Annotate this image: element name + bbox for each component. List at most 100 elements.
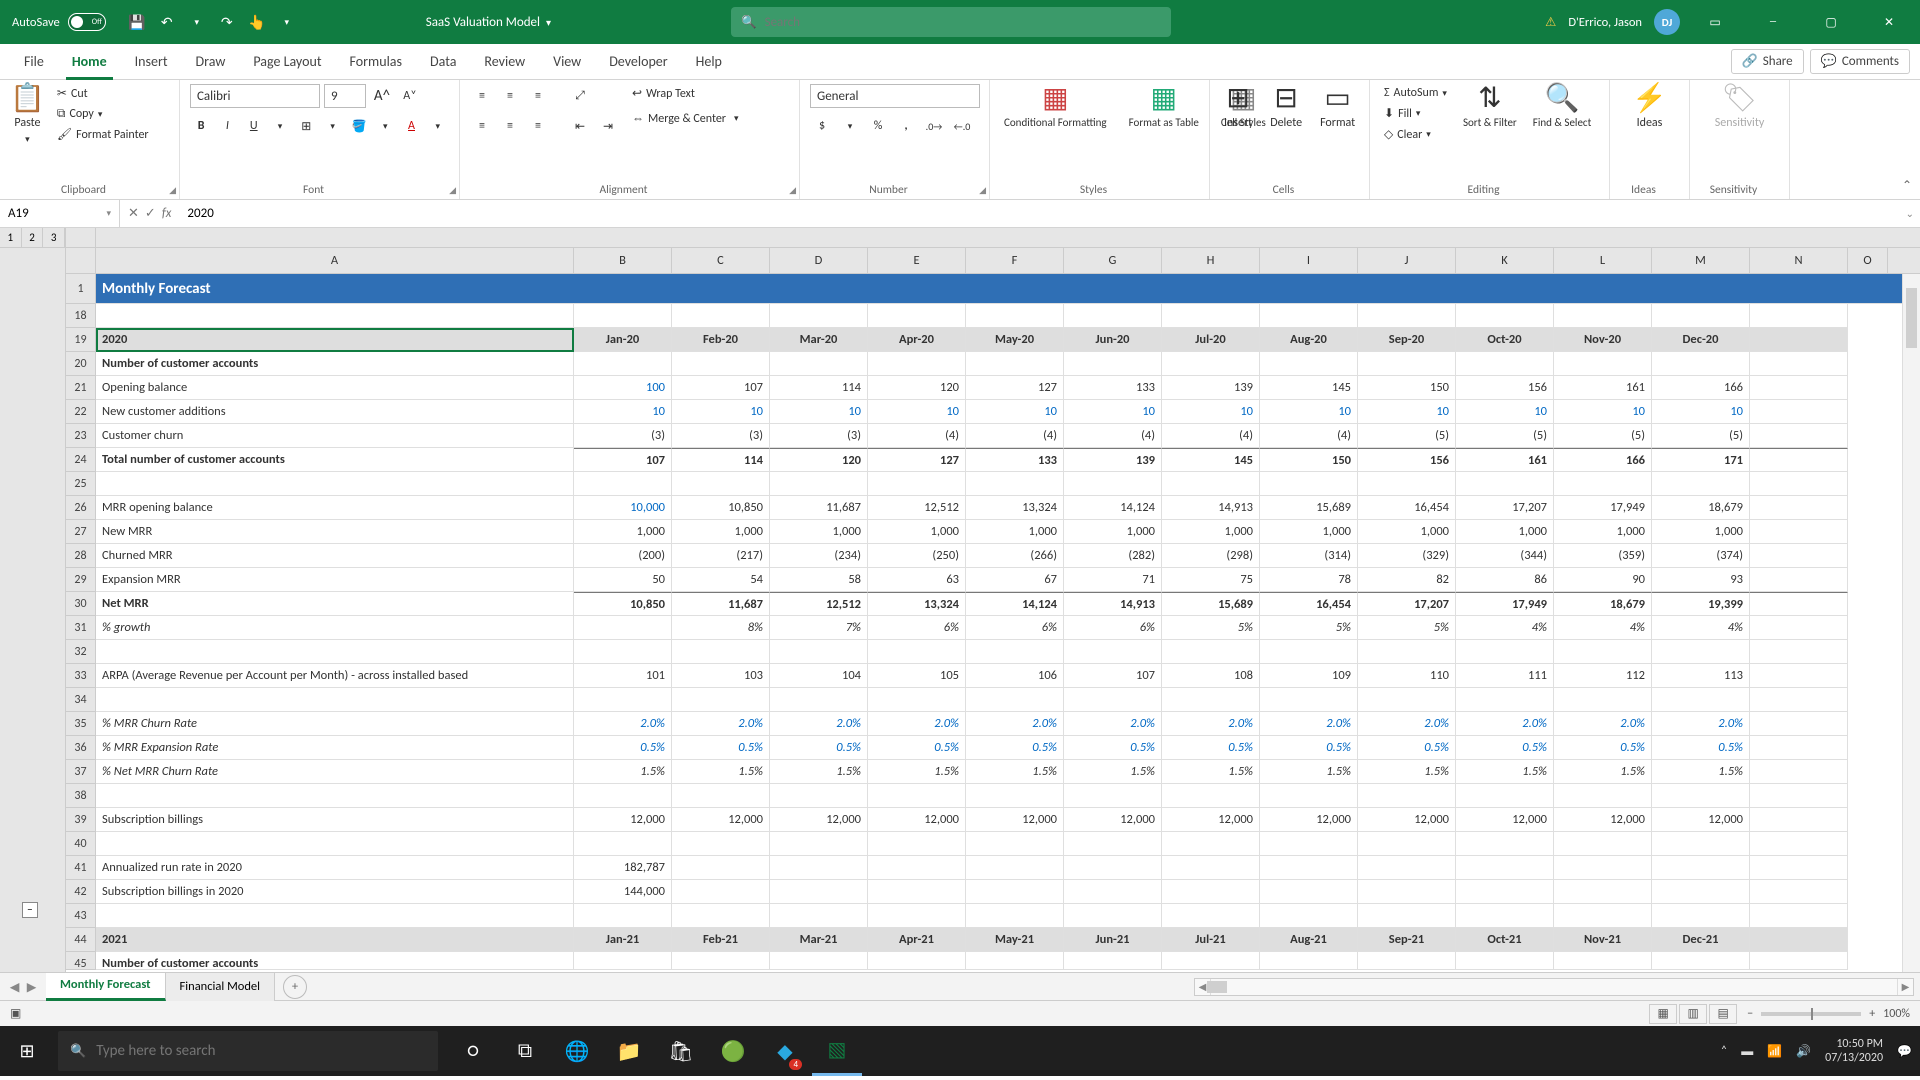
row-header[interactable]: 18 (66, 304, 96, 328)
cell[interactable] (1750, 832, 1848, 856)
cell[interactable] (672, 352, 770, 376)
cell[interactable]: Opening balance (96, 376, 574, 400)
cell[interactable]: Number of customer accounts (96, 352, 574, 376)
zoom-control[interactable]: − + 100% (1747, 1007, 1910, 1021)
row-header[interactable]: 22 (66, 400, 96, 424)
cell[interactable]: 1.5% (1162, 760, 1260, 784)
cell[interactable]: 150 (1358, 376, 1456, 400)
dialog-launcher-icon[interactable]: ◢ (979, 185, 986, 196)
cell[interactable]: 11,687 (672, 592, 770, 616)
cell[interactable] (1750, 640, 1848, 664)
cell[interactable] (1162, 832, 1260, 856)
row-header[interactable]: 41 (66, 856, 96, 880)
cell[interactable]: 1,000 (966, 520, 1064, 544)
cell[interactable] (1162, 352, 1260, 376)
cell[interactable]: 12,000 (1554, 808, 1652, 832)
ribbon-tab-formulas[interactable]: Formulas (336, 44, 416, 80)
cell[interactable]: 0.5% (574, 736, 672, 760)
cell[interactable] (672, 856, 770, 880)
autosave-toggle[interactable]: AutoSave Off (0, 13, 118, 31)
cell[interactable] (1064, 352, 1162, 376)
cell[interactable]: (4) (1162, 424, 1260, 448)
chevron-down-icon[interactable]: ▾ (374, 114, 396, 138)
user-avatar[interactable]: DJ (1654, 9, 1680, 35)
cell[interactable] (1652, 832, 1750, 856)
cell[interactable]: 107 (672, 376, 770, 400)
cell[interactable]: 12,000 (966, 808, 1064, 832)
cell[interactable] (770, 832, 868, 856)
expand-formula-bar-icon[interactable]: ⌄ (1900, 207, 1920, 220)
cell[interactable] (1358, 856, 1456, 880)
user-name[interactable]: D'Errico, Jason (1568, 15, 1642, 30)
row-header[interactable]: 29 (66, 568, 96, 592)
cell[interactable]: 107 (574, 448, 672, 472)
cell[interactable] (96, 784, 574, 808)
cell[interactable] (1064, 688, 1162, 712)
cell[interactable]: 1.5% (1260, 760, 1358, 784)
cell[interactable] (1652, 352, 1750, 376)
cell[interactable] (1750, 880, 1848, 904)
undo-dropdown-icon[interactable]: ▾ (186, 11, 208, 33)
cell[interactable] (1456, 688, 1554, 712)
cell[interactable]: Aug-21 (1260, 928, 1358, 952)
cell[interactable]: (200) (574, 544, 672, 568)
cell[interactable]: 10 (1064, 400, 1162, 424)
cell[interactable]: 108 (1162, 664, 1260, 688)
conditional-formatting-button[interactable]: Conditional Formatting (1000, 114, 1111, 131)
cell[interactable]: 10 (1162, 400, 1260, 424)
cell[interactable]: 1.5% (868, 760, 966, 784)
cell[interactable] (1750, 856, 1848, 880)
search-box[interactable]: 🔍 (731, 7, 1171, 37)
column-header[interactable]: G (1064, 248, 1162, 273)
cell[interactable]: 2.0% (966, 712, 1064, 736)
cell[interactable]: 114 (770, 376, 868, 400)
cell[interactable] (966, 352, 1064, 376)
cell[interactable] (1456, 352, 1554, 376)
column-header[interactable]: D (770, 248, 868, 273)
cell[interactable] (1162, 856, 1260, 880)
cell[interactable] (1358, 784, 1456, 808)
cell[interactable]: 19,399 (1652, 592, 1750, 616)
cell[interactable]: 139 (1064, 448, 1162, 472)
cell[interactable]: Sep-21 (1358, 928, 1456, 952)
increase-decimal-icon[interactable]: .0→ (922, 114, 946, 138)
cell[interactable]: 2020 (96, 328, 574, 352)
font-name-combo[interactable]: Calibri (190, 84, 320, 108)
cell[interactable]: 18,679 (1554, 592, 1652, 616)
cell[interactable] (96, 304, 574, 328)
cell[interactable]: 161 (1456, 448, 1554, 472)
cell[interactable]: 112 (1554, 664, 1652, 688)
sort-filter-icon[interactable]: ⇅ (1478, 84, 1501, 112)
cell[interactable] (1456, 904, 1554, 928)
cell[interactable]: 58 (770, 568, 868, 592)
cell[interactable]: 139 (1162, 376, 1260, 400)
cell[interactable]: Customer churn (96, 424, 574, 448)
cell[interactable]: (359) (1554, 544, 1652, 568)
row-header[interactable]: 25 (66, 472, 96, 496)
cell[interactable]: 16,454 (1358, 496, 1456, 520)
cell[interactable] (1064, 304, 1162, 328)
cell[interactable]: 10 (868, 400, 966, 424)
qat-more-icon[interactable]: ▾ (276, 11, 298, 33)
percent-icon[interactable]: % (866, 114, 890, 138)
close-button[interactable]: ✕ (1866, 0, 1912, 44)
cell[interactable] (1652, 472, 1750, 496)
cell[interactable]: (329) (1358, 544, 1456, 568)
add-sheet-button[interactable]: + (283, 975, 307, 999)
cell[interactable] (1750, 496, 1848, 520)
cell[interactable]: 0.5% (672, 736, 770, 760)
cell[interactable]: 12,000 (574, 808, 672, 832)
minimize-button[interactable]: ─ (1750, 0, 1796, 44)
cell[interactable] (1064, 832, 1162, 856)
cell[interactable]: 166 (1652, 376, 1750, 400)
cell[interactable] (1652, 856, 1750, 880)
cell[interactable]: 1,000 (1358, 520, 1456, 544)
cell[interactable] (672, 688, 770, 712)
taskbar-search[interactable]: 🔍 (58, 1031, 438, 1071)
column-header[interactable]: B (574, 248, 672, 273)
save-icon[interactable]: 💾 (126, 11, 148, 33)
cut-button[interactable]: ✂Cut (53, 84, 153, 103)
vertical-scrollbar[interactable] (1902, 274, 1920, 972)
cell[interactable]: 1,000 (1064, 520, 1162, 544)
share-button[interactable]: 🔗Share (1731, 49, 1804, 74)
